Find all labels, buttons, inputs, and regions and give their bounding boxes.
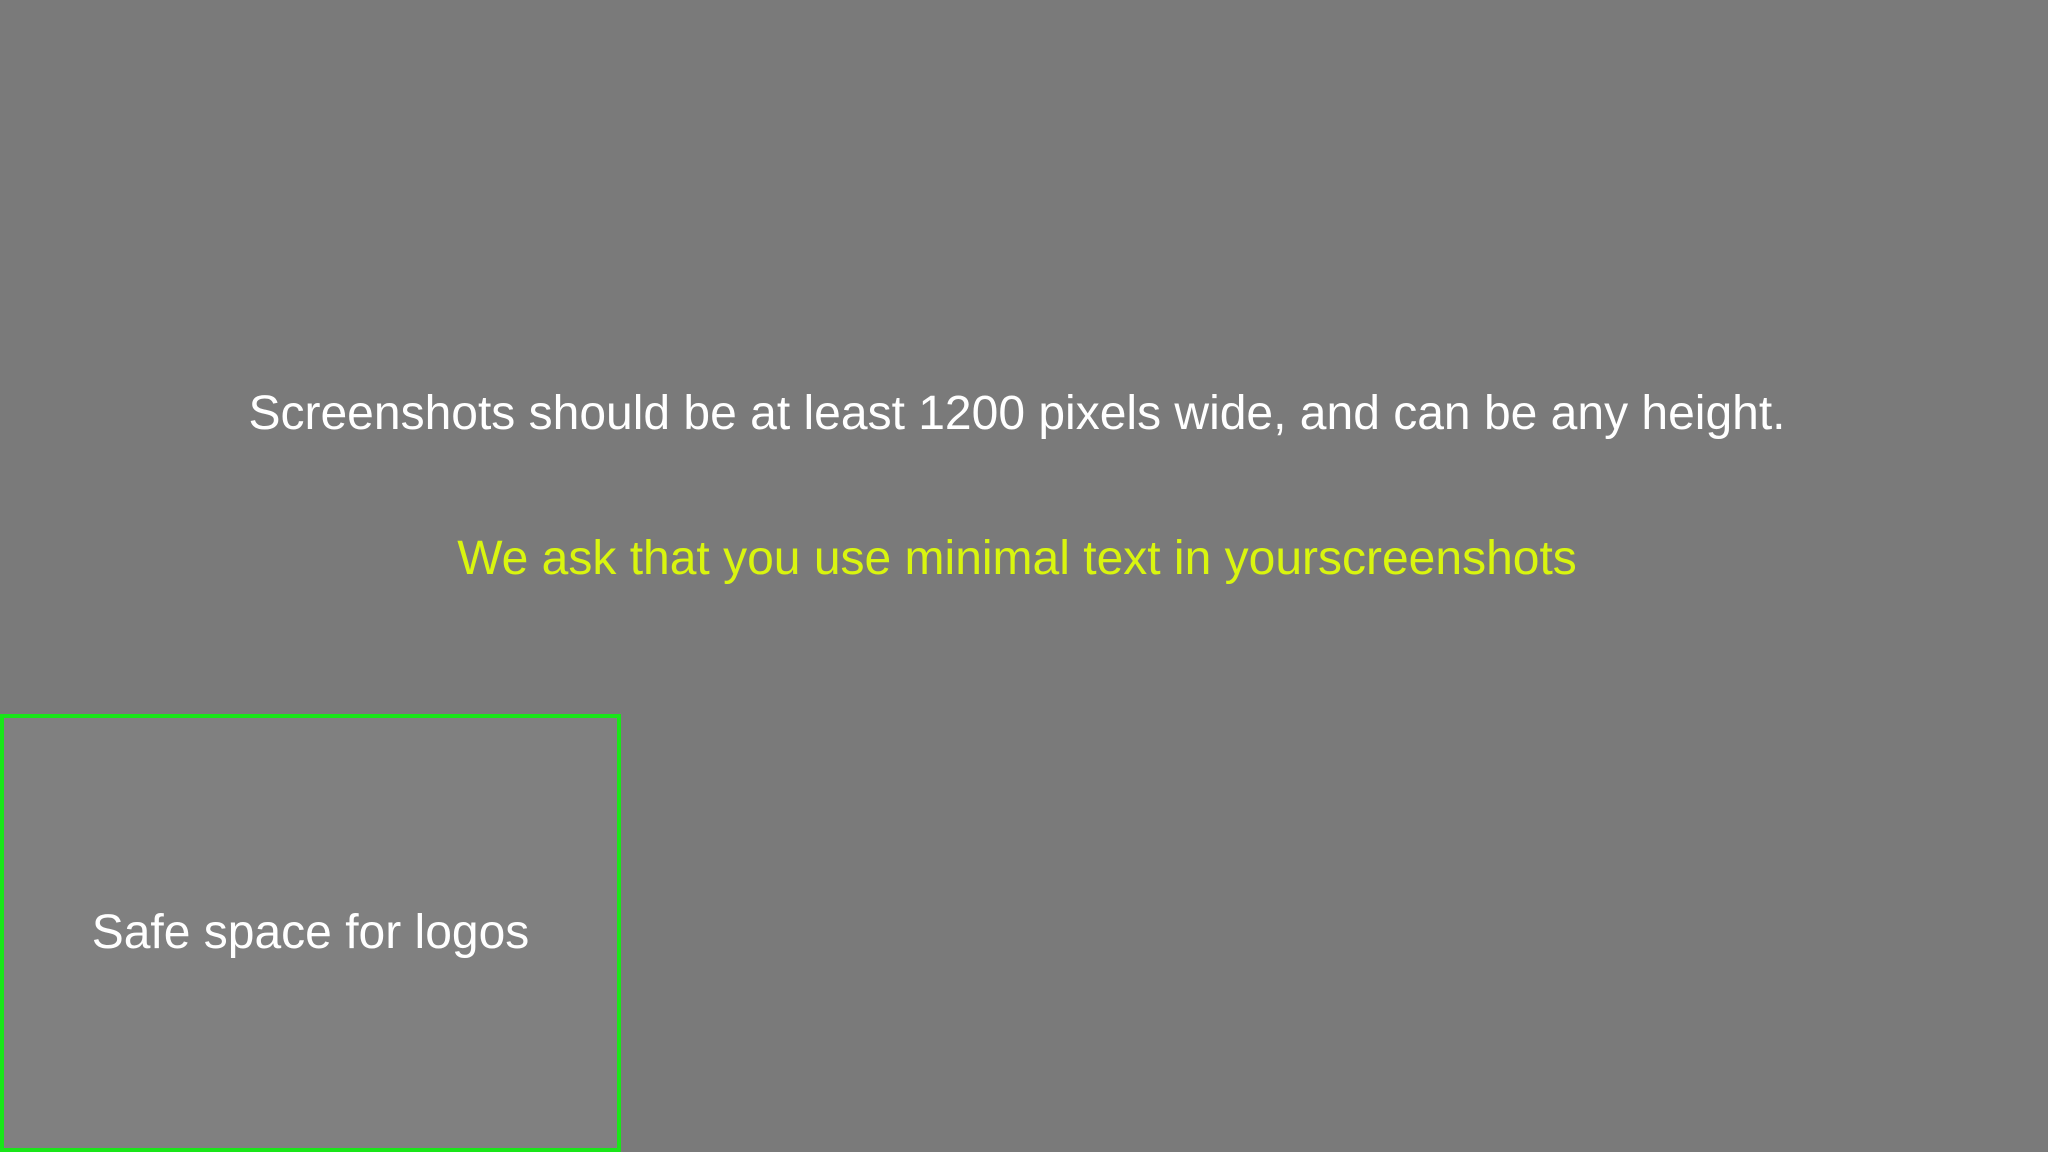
logo-safe-area: Safe space for logos <box>0 714 621 1152</box>
screenshot-size-guideline: Screenshots should be at least 1200 pixe… <box>248 387 1786 440</box>
logo-safe-area-label: Safe space for logos <box>91 906 530 959</box>
minimal-text-guideline: We ask that you use minimal text in your… <box>457 532 1577 585</box>
